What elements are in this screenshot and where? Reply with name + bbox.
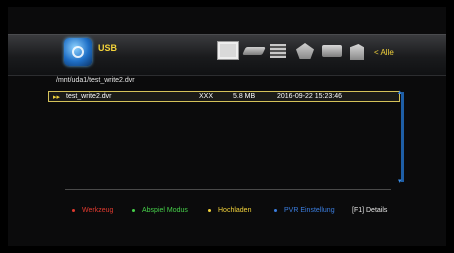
green-key-hint[interactable]: Abspiel Modus (132, 207, 188, 214)
file-row[interactable]: ▸▸ test_write2.dvr XXX 5.8 MB 2016-09-22… (48, 91, 400, 102)
divider (65, 189, 391, 190)
current-path: /mnt/uda1/test_write2.dvr (56, 77, 135, 84)
picture-icon[interactable] (270, 44, 286, 58)
filter-all-label[interactable]: < Alle (374, 48, 394, 57)
file-date: 2016-09-22 15:23:46 (277, 93, 342, 100)
red-key-hint[interactable]: Werkzeug (72, 207, 113, 214)
green-dot-icon (132, 208, 135, 212)
usb-app-icon (64, 38, 92, 66)
network-icon[interactable] (322, 45, 342, 57)
scrollbar[interactable] (401, 92, 404, 182)
recording-icon[interactable] (296, 43, 314, 59)
scroll-down-icon[interactable]: ▾ (398, 177, 402, 185)
yellow-key-hint[interactable]: Hochladen (208, 207, 251, 214)
file-owner: XXX (199, 93, 214, 100)
file-size: 5.8 MB (233, 93, 256, 100)
yellow-dot-icon (208, 208, 211, 212)
file-name: test_write2.dvr (66, 93, 112, 100)
video-icon[interactable] (217, 41, 239, 60)
red-dot-icon (72, 208, 75, 212)
f1-details-hint[interactable]: [F1] Details (352, 207, 387, 214)
audio-icon[interactable] (242, 47, 266, 55)
page-title: USB (98, 43, 118, 53)
all-files-icon[interactable] (350, 44, 364, 60)
play-indicator-icon: ▸▸ (53, 94, 61, 101)
blue-dot-icon (274, 208, 277, 212)
blue-key-hint[interactable]: PVR Einstellung (274, 207, 335, 214)
header-bar: USB < Alle (8, 34, 446, 76)
media-browser-screen: USB < Alle /mnt/uda1/test_write2.dvr ▸▸ … (8, 7, 446, 246)
